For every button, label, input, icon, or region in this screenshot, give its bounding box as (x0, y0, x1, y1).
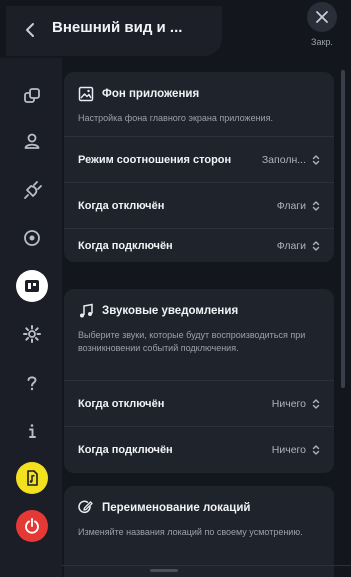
image-icon (78, 86, 94, 102)
background-connected-setting[interactable]: Когда подключён Флаги (64, 228, 334, 262)
setting-value: Флаги (276, 199, 306, 212)
power-icon (25, 518, 39, 534)
setting-value: Флаги (276, 239, 306, 252)
gear-icon (23, 325, 41, 343)
aspect-ratio-setting[interactable]: Режим соотношения сторон Заполн... (64, 136, 334, 182)
rename-card-description: Изменяйте названия локаций по своему усм… (78, 527, 303, 537)
header: Внешний вид и ... Закр. (0, 0, 351, 58)
resize-handle[interactable] (150, 569, 178, 572)
close-control[interactable]: Закр. (305, 2, 339, 47)
music-note-icon (80, 303, 93, 318)
close-label: Закр. (311, 37, 333, 47)
rename-locations-card: Переименование локаций Изменяйте названи… (64, 486, 334, 577)
chevron-up-down-icon (312, 200, 320, 211)
chevron-up-down-icon (312, 398, 320, 409)
sidebar-item-power[interactable] (16, 510, 48, 542)
setting-label: Когда отключён (78, 199, 165, 212)
settings-content[interactable]: Фон приложения Настройка фона главного э… (62, 58, 351, 577)
background-card: Фон приложения Настройка фона главного э… (64, 72, 334, 262)
music-file-icon (27, 470, 38, 486)
background-disconnected-setting[interactable]: Когда отключён Флаги (64, 182, 334, 228)
help-icon (27, 376, 37, 391)
chevron-up-down-icon (312, 240, 320, 251)
background-card-description: Настройка фона главного экрана приложени… (78, 113, 273, 123)
target-icon (24, 230, 40, 246)
sidebar-item-info[interactable] (16, 415, 48, 447)
setting-value: Ничего (271, 444, 306, 456)
sound-connected-setting[interactable]: Когда подключён Ничего (64, 426, 334, 473)
chevron-up-down-icon (312, 445, 320, 455)
rename-card-title: Переименование локаций (102, 502, 251, 514)
divider (62, 565, 351, 566)
layers-icon (24, 88, 40, 103)
sound-card-title: Звуковые уведомления (102, 305, 239, 317)
scrollbar[interactable] (341, 70, 345, 388)
sound-notifications-card: Звуковые уведомления Выберите звуки, кот… (64, 289, 334, 473)
plug-icon (24, 181, 42, 199)
sidebar-item-settings[interactable] (16, 318, 48, 350)
sidebar-item-account[interactable] (16, 125, 48, 157)
setting-value: Ничего (271, 397, 306, 410)
close-button[interactable] (307, 2, 337, 32)
chevron-up-down-icon (312, 154, 320, 165)
appearance-icon (25, 280, 39, 292)
setting-label: Режим соотношения сторон (78, 153, 232, 166)
sound-disconnected-setting[interactable]: Когда отключён Ничего (64, 380, 334, 426)
setting-value: Заполн... (261, 153, 306, 166)
setting-label: Когда отключён (78, 397, 165, 410)
setting-label: Когда подключён (78, 444, 173, 456)
sidebar (0, 58, 62, 577)
setting-label: Когда подключён (78, 239, 173, 252)
sidebar-item-connection[interactable] (16, 175, 48, 207)
sidebar-item-music[interactable] (16, 462, 48, 494)
sidebar-item-appearance[interactable] (16, 270, 48, 302)
app-window: Внешний вид и ... Закр. Фон приложения Н… (0, 0, 351, 577)
info-icon (29, 424, 36, 438)
back-button[interactable] (14, 14, 46, 46)
sidebar-item-target[interactable] (16, 222, 48, 254)
chevron-left-icon (26, 23, 34, 37)
sidebar-item-help[interactable] (16, 367, 48, 399)
close-icon (316, 11, 328, 23)
page-title: Внешний вид и ... (52, 19, 183, 36)
background-card-title: Фон приложения (102, 88, 200, 100)
sound-card-description: Выберите звуки, которые будут воспроизво… (78, 330, 306, 354)
sidebar-item-layers[interactable] (16, 80, 48, 112)
user-icon (24, 133, 40, 149)
edit-location-icon (78, 500, 93, 514)
